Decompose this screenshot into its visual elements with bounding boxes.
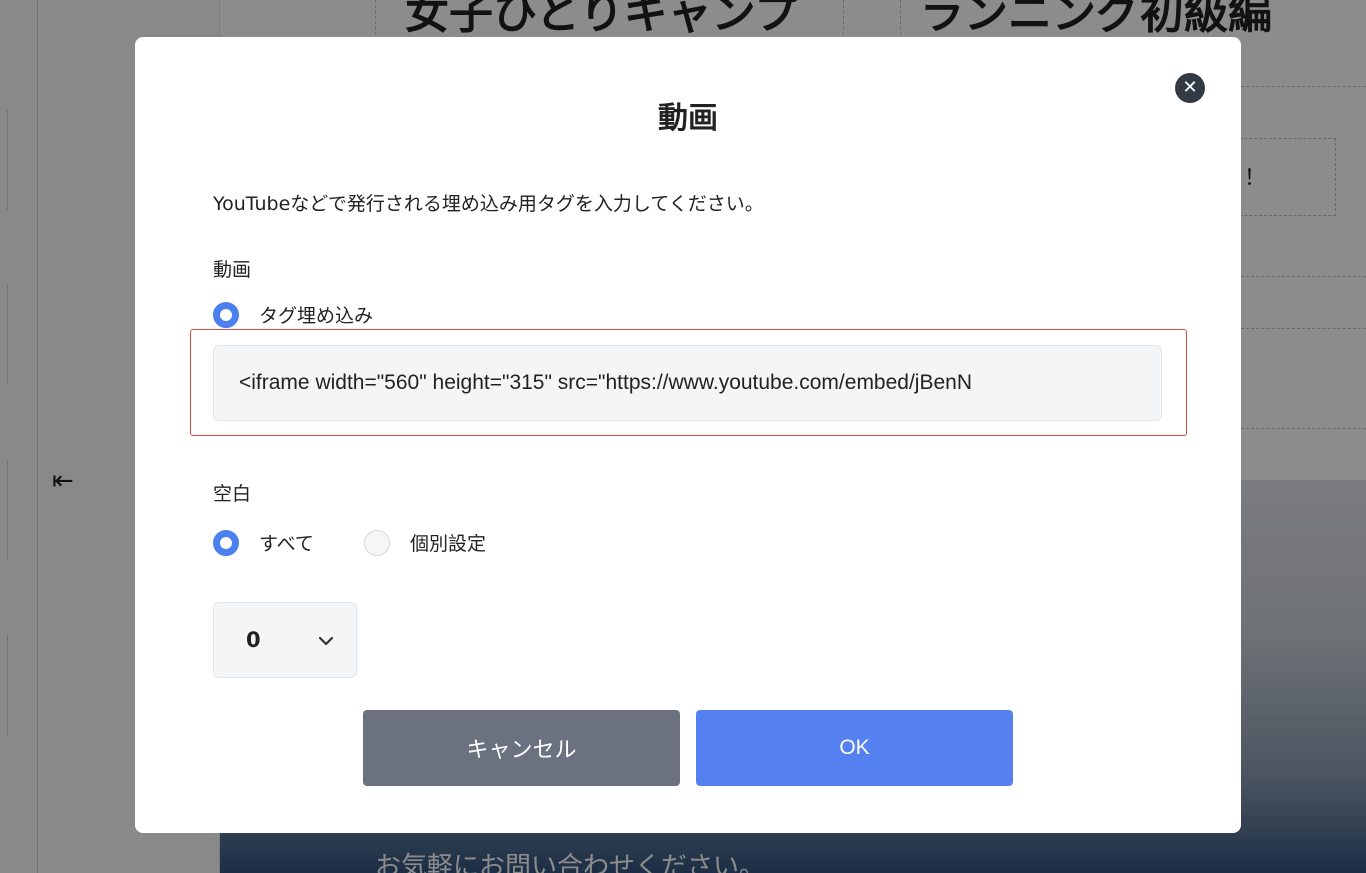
ok-button[interactable]: OK	[696, 710, 1013, 786]
radio-spacing-all[interactable]: すべて	[213, 529, 314, 556]
chevron-down-icon	[318, 630, 334, 651]
radio-button-checked[interactable]	[213, 301, 239, 328]
video-modal: ✕ 動画 YouTubeなどで発行される埋め込み用タグを入力してください。 動画…	[135, 37, 1241, 833]
radio-button-checked[interactable]	[213, 529, 239, 556]
spacing-select-value: 0	[246, 628, 261, 652]
radio-tag-embed[interactable]: タグ埋め込み	[213, 301, 373, 328]
radio-spacing-individual-label: 個別設定	[410, 533, 487, 555]
radio-spacing-all-label: すべて	[259, 533, 314, 555]
radio-tag-embed-label: タグ埋め込み	[259, 305, 374, 327]
spacing-select[interactable]: 0	[213, 602, 357, 678]
video-section-label: 動画	[213, 259, 252, 281]
modal-title: 動画	[658, 101, 718, 136]
cancel-button[interactable]: キャンセル	[363, 710, 680, 786]
radio-spacing-individual[interactable]: 個別設定	[364, 529, 486, 556]
radio-button-unchecked[interactable]	[364, 529, 390, 556]
modal-description: YouTubeなどで発行される埋め込み用タグを入力してください。	[213, 193, 764, 215]
embed-tag-input[interactable]	[213, 345, 1162, 421]
spacing-section-label: 空白	[213, 483, 252, 505]
